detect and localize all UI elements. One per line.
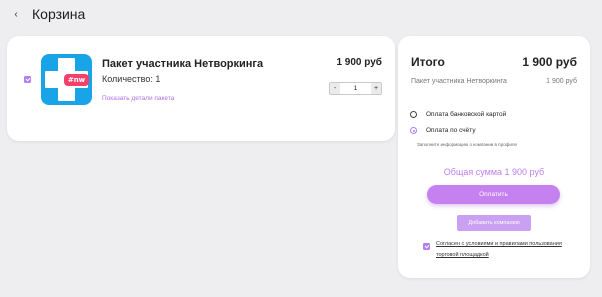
summary-item-name: Пакет участника Нетворкинга — [411, 78, 507, 85]
decrement-button[interactable]: - — [330, 83, 340, 94]
quantity-stepper: - 1 + — [329, 82, 382, 95]
summary-card: Итого 1 900 руб Пакет участника Нетворки… — [398, 36, 590, 278]
show-details-link[interactable]: Показать детали пакета — [102, 95, 174, 102]
terms-agreement-link[interactable]: Согласен с условиями и правилами пользов… — [436, 239, 576, 261]
item-select-checkbox[interactable] — [24, 76, 31, 83]
logo-badge: #nw — [64, 74, 89, 86]
total-sum: Общая сумма 1 900 руб — [443, 167, 545, 177]
company-info-note: Заполните информацию о компании в профил… — [417, 142, 517, 147]
chevron-left-icon[interactable]: ‹ — [10, 8, 22, 20]
summary-title: Итого — [411, 55, 445, 69]
item-title: Пакет участника Нетворкинга — [102, 58, 264, 70]
card-payment-label[interactable]: Оплата банковской картой — [426, 111, 506, 118]
item-price: 1 900 руб — [336, 57, 382, 68]
invoice-payment-radio[interactable] — [410, 127, 417, 134]
pay-button[interactable]: Оплатить — [427, 185, 560, 204]
item-quantity: Количество: 1 — [102, 74, 161, 84]
invoice-payment-label[interactable]: Оплата по счёту — [426, 127, 476, 134]
networking-logo: #nw — [41, 54, 92, 105]
summary-item-price: 1 900 руб — [546, 78, 577, 85]
page-header: ‹ Корзина — [10, 5, 85, 23]
quantity-input[interactable]: 1 — [340, 83, 371, 94]
increment-button[interactable]: + — [371, 83, 381, 94]
page-title: Корзина — [32, 6, 86, 22]
card-payment-radio[interactable] — [410, 111, 417, 118]
summary-price: 1 900 руб — [522, 55, 577, 69]
cart-card: #nw Пакет участника Нетворкинга Количест… — [7, 36, 395, 141]
agree-checkbox[interactable] — [423, 243, 430, 250]
add-company-button[interactable]: Добавить компанию — [457, 215, 531, 231]
